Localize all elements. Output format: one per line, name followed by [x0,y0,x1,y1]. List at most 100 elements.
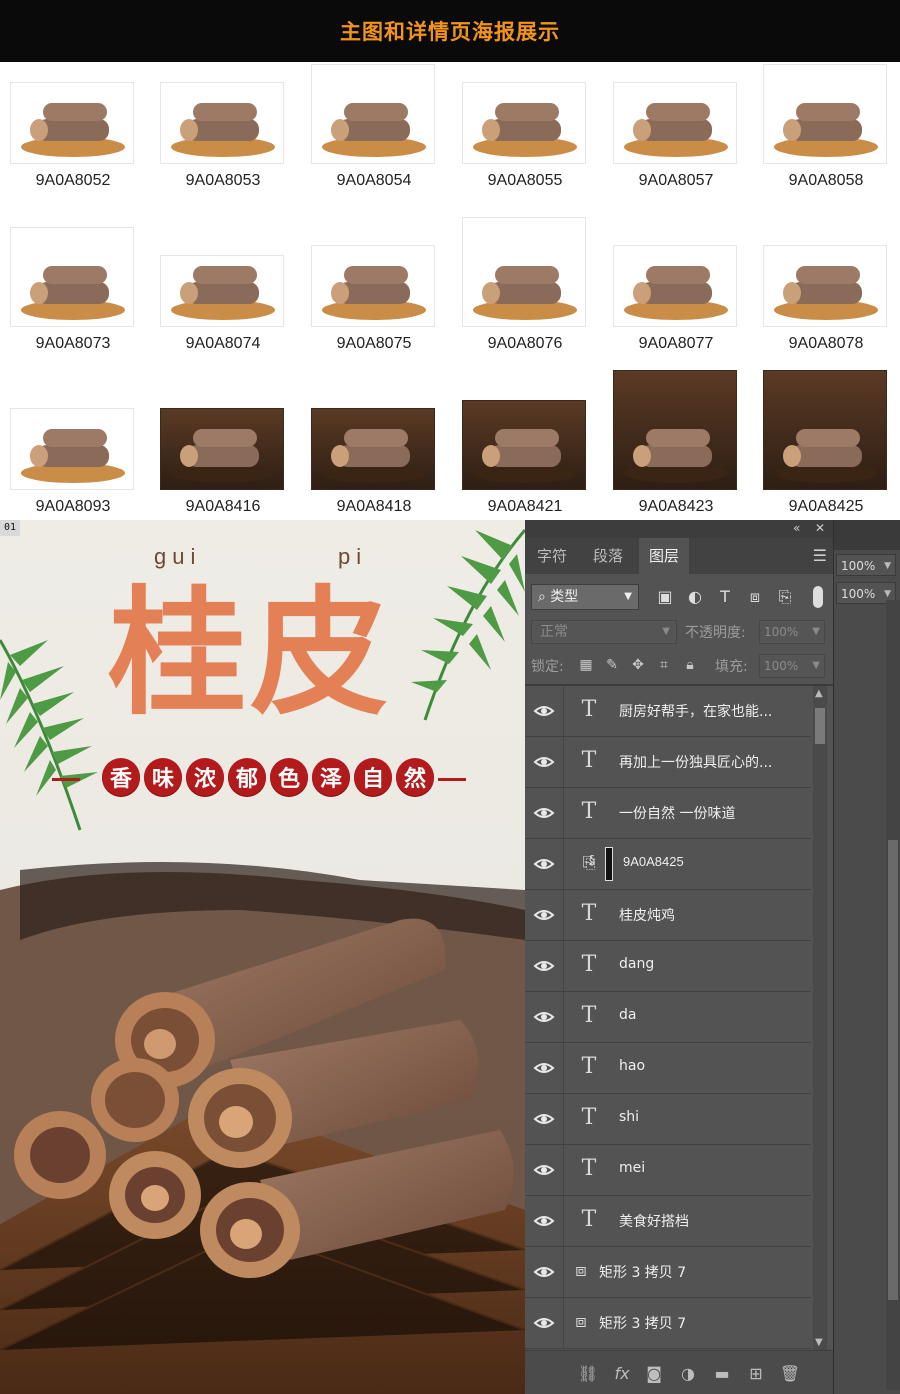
thumbnail-image[interactable] [10,227,134,327]
thumbnail-image[interactable] [613,82,737,164]
layer-list-scrollbar[interactable]: ▲ ▼ [813,686,827,1350]
thumbnail-image[interactable] [462,82,586,164]
visibility-eye-icon[interactable] [533,1059,555,1077]
opacity-field[interactable]: 100% ▼ [759,620,825,644]
layer-name[interactable]: 厨房好帮手，在家也能... [619,701,772,721]
scrollbar-thumb[interactable] [815,708,825,744]
thumbnail-item[interactable]: 9A0A8078 [753,225,900,365]
thumbnail-image[interactable] [160,408,284,490]
zoom-field-1[interactable]: 100% ▼ [836,554,896,576]
adjustment-layer-icon[interactable]: ◑ [677,1363,699,1385]
visibility-eye-icon[interactable] [533,1212,555,1230]
adjustment-filter-icon[interactable]: ◐ [685,587,705,607]
thumbnail-item[interactable]: 9A0A8052 [0,62,150,202]
layer-name[interactable]: 桂皮炖鸡 [619,905,675,925]
thumbnail-image[interactable] [160,255,284,327]
layer-name[interactable]: mei [619,1160,645,1176]
layer-row[interactable]: Tdang [525,941,811,992]
layer-name[interactable]: 美食好搭档 [619,1211,689,1231]
layer-name[interactable]: 再加上一份独具匠心的... [619,752,772,772]
thumbnail-item[interactable]: 9A0A8421 [452,388,602,528]
close-icon[interactable]: ✕ [815,521,825,535]
visibility-eye-icon[interactable] [533,906,555,924]
tab-paragraph[interactable]: 段落 [583,538,633,574]
thumbnail-item[interactable]: 9A0A8425 [753,370,900,528]
thumbnail-item[interactable]: 9A0A8423 [603,370,753,528]
layer-row[interactable]: ⎘ 9A0A8425 § [525,839,811,890]
poster-canvas[interactable]: 01 gui pi 桂皮 香味浓郁 色泽自然 [0,520,525,1394]
layer-row[interactable]: T 桂皮炖鸡 [525,890,811,941]
lock-brush-icon[interactable]: ✎ [603,656,621,674]
visibility-eye-icon[interactable] [533,1314,555,1332]
visibility-eye-icon[interactable] [533,804,555,822]
layer-row[interactable]: Tda [525,992,811,1043]
lock-pixels-icon[interactable]: ▦ [577,656,595,674]
strip-scrollbar[interactable] [886,600,900,1390]
layer-name[interactable]: hao [619,1058,645,1074]
visibility-eye-icon[interactable] [533,1008,555,1026]
add-mask-icon[interactable]: ◙ [643,1363,665,1385]
canvas-tab[interactable]: 01 [0,520,21,536]
thumbnail-item[interactable]: 9A0A8058 [753,62,900,202]
mask-link-icon[interactable]: § [589,853,597,875]
thumbnail-image[interactable] [311,408,435,490]
thumbnail-image[interactable] [763,370,887,490]
thumbnail-item[interactable]: 9A0A8075 [301,225,451,365]
trash-icon[interactable]: 🗑︎ [779,1363,801,1385]
layer-name[interactable]: 矩形 3 拷贝 7 [599,1262,686,1282]
thumbnail-image[interactable] [462,217,586,327]
visibility-eye-icon[interactable] [533,1263,555,1281]
layer-name[interactable]: da [619,1007,636,1023]
thumbnail-image[interactable] [462,400,586,490]
layer-style-icon[interactable]: fx [611,1363,633,1385]
filter-kind-select[interactable]: ⌕ 类型 ▼ [531,584,639,610]
new-group-icon[interactable]: ▬ [711,1363,733,1385]
visibility-eye-icon[interactable] [533,753,555,771]
layer-name[interactable]: 一份自然 一份味道 [619,803,735,823]
thumbnail-item[interactable]: 9A0A8055 [452,62,602,202]
thumbnail-item[interactable]: 9A0A8093 [0,388,150,528]
chevron-down-icon[interactable]: ▼ [815,1337,823,1348]
thumbnail-image[interactable] [160,82,284,164]
blend-mode-select[interactable]: 正常 ▼ [531,620,677,644]
layer-row[interactable]: T 一份自然 一份味道 [525,788,811,839]
chevron-up-icon[interactable]: ▲ [815,688,823,699]
thumbnail-image[interactable] [613,370,737,490]
thumbnail-image[interactable] [10,82,134,164]
shape-filter-icon[interactable]: ⧈ [745,587,765,607]
thumbnail-item[interactable]: 9A0A8073 [0,225,150,365]
layer-row[interactable]: Thao [525,1043,811,1094]
thumbnail-item[interactable]: 9A0A8053 [150,62,300,202]
layer-name[interactable]: 9A0A8425 [623,854,684,869]
pixel-filter-icon[interactable]: ▣ [655,587,675,607]
thumbnail-item[interactable]: 9A0A8418 [301,388,451,528]
thumbnail-item[interactable]: 9A0A8076 [452,217,602,365]
layer-name[interactable]: dang [619,956,654,972]
filter-toggle[interactable] [813,586,823,608]
layer-row[interactable]: ⧈ 矩形 3 拷贝 7 [525,1298,811,1349]
thumbnail-item[interactable]: 9A0A8054 [301,62,451,202]
thumbnail-image[interactable] [613,245,737,327]
layer-name[interactable]: shi [619,1109,639,1125]
panel-menu-icon[interactable]: ☰ [813,546,827,565]
layer-row[interactable]: T 美食好搭档 [525,1196,811,1247]
thumbnail-image[interactable] [311,245,435,327]
visibility-eye-icon[interactable] [533,702,555,720]
lock-position-icon[interactable]: ✥ [629,656,647,674]
visibility-eye-icon[interactable] [533,855,555,873]
layer-name[interactable]: 矩形 3 拷贝 7 [599,1313,686,1333]
tab-layers[interactable]: 图层 [639,538,690,574]
smart-object-filter-icon[interactable]: ⎘ [775,587,795,607]
visibility-eye-icon[interactable] [533,1161,555,1179]
strip-scrollbar-thumb[interactable] [888,840,898,1300]
thumbnail-item[interactable]: 9A0A8074 [150,225,300,365]
lock-artboard-icon[interactable]: ⌗ [655,656,673,674]
type-filter-icon[interactable]: T [715,587,735,607]
lock-all-icon[interactable]: 🔒︎ [681,656,699,674]
thumbnail-image[interactable] [10,408,134,490]
thumbnail-image[interactable] [763,245,887,327]
layer-row[interactable]: T 再加上一份独具匠心的... [525,737,811,788]
layer-row[interactable]: Tshi [525,1094,811,1145]
layer-row[interactable]: ⧈ 矩形 3 拷贝 7 [525,1247,811,1298]
visibility-eye-icon[interactable] [533,1110,555,1128]
